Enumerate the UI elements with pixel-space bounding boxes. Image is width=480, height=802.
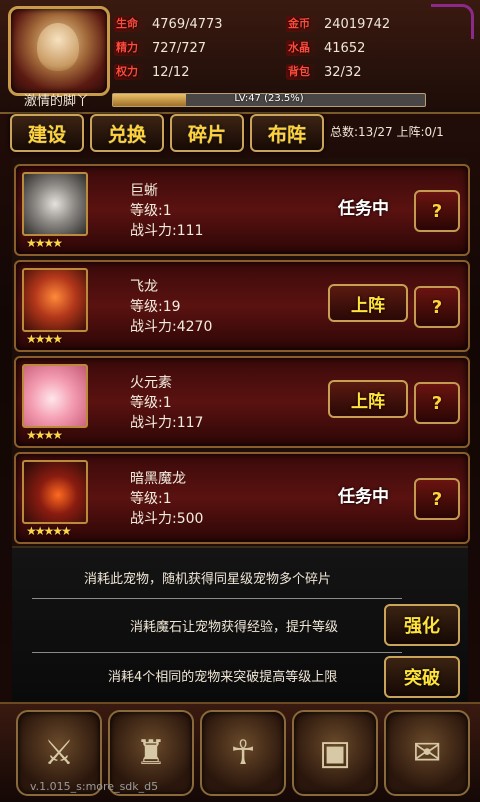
stat-gold: 金币 24019742 xyxy=(286,14,390,34)
pet-power: 战斗力:111 xyxy=(130,223,204,239)
wyvern-portrait-icon xyxy=(22,268,88,332)
avatar-face-icon xyxy=(37,23,79,71)
stat-hp-value: 4769/4773 xyxy=(152,16,223,32)
stat-hp-label: 生命 xyxy=(114,16,146,32)
stat-power-value: 12/12 xyxy=(152,64,190,80)
stat-bag-label: 背包 xyxy=(286,64,318,80)
pharaoh-icon[interactable]: ☥ xyxy=(200,710,286,796)
pet-name: 火元素 xyxy=(130,375,172,391)
pet-help-button[interactable]: ? xyxy=(414,478,460,520)
pet-name: 飞龙 xyxy=(130,279,158,295)
pet-card[interactable]: ★★★★★ 暗黑魔龙 等级:1 战斗力:500 任务中 ? xyxy=(14,452,470,544)
xp-bar: LV:47 (23.5%) xyxy=(112,93,426,107)
chest-icon[interactable]: ▣ xyxy=(292,710,378,796)
pet-power: 战斗力:117 xyxy=(130,415,204,431)
stat-gold-value: 24019742 xyxy=(324,16,391,32)
star-rating: ★★★★ xyxy=(26,332,63,346)
strengthen-button[interactable]: 强化 xyxy=(384,604,460,646)
tab-build[interactable]: 建设 xyxy=(10,114,84,152)
stat-energy-value: 727/727 xyxy=(152,40,207,56)
strengthen-description: 消耗魔石让宠物获得经验，提升等级 xyxy=(130,620,339,635)
pet-level: 等级:1 xyxy=(130,491,172,507)
tab-formation[interactable]: 布阵 xyxy=(250,114,324,152)
pet-help-button[interactable]: ? xyxy=(414,190,460,232)
pet-card[interactable]: ★★★★ 火元素 等级:1 战斗力:117 上阵 ? xyxy=(14,356,470,448)
pet-list[interactable]: ★★★★ 巨蜥 等级:1 战斗力:111 任务中 ? ★★★★ 飞龙 等级:19… xyxy=(12,158,470,546)
breakthrough-button[interactable]: 突破 xyxy=(384,656,460,698)
stat-energy-label: 精力 xyxy=(114,40,146,56)
stat-crystal-label: 水晶 xyxy=(286,40,318,56)
divider xyxy=(32,652,402,653)
dark-dragon-portrait-icon xyxy=(22,460,88,524)
star-rating: ★★★★★ xyxy=(26,524,72,538)
breakthrough-description: 消耗4个相同的宠物来突破提高等级上限 xyxy=(108,670,338,685)
version-label: v.1.015_s:more_sdk_d5 xyxy=(30,780,159,793)
tab-exchange[interactable]: 兑换 xyxy=(90,114,164,152)
star-rating: ★★★★ xyxy=(26,236,63,250)
stat-bag: 背包 32/32 xyxy=(286,62,361,82)
pet-card[interactable]: ★★★★ 飞龙 等级:19 战斗力:4270 上阵 ? xyxy=(14,260,470,352)
pet-power: 战斗力:500 xyxy=(130,511,204,527)
pet-power: 战斗力:4270 xyxy=(130,319,213,335)
pet-level: 等级:1 xyxy=(130,395,172,411)
tab-bar: 建设 兑换 碎片 布阵 xyxy=(10,114,324,152)
stat-bag-value: 32/32 xyxy=(324,64,362,80)
divider xyxy=(32,598,402,599)
deploy-button[interactable]: 上阵 xyxy=(328,284,408,322)
pet-status-on-mission: 任务中 xyxy=(338,199,389,219)
player-avatar[interactable] xyxy=(8,6,110,96)
stat-crystal: 水晶 41652 xyxy=(286,38,365,58)
stat-power: 权力 12/12 xyxy=(114,62,189,82)
pet-count-summary: 总数:13/27 上阵:0/1 xyxy=(330,125,444,139)
stat-hp: 生命 4769/4773 xyxy=(114,14,223,34)
deploy-button[interactable]: 上阵 xyxy=(328,380,408,418)
star-rating: ★★★★ xyxy=(26,428,63,442)
fire-elemental-portrait-icon xyxy=(22,364,88,428)
pet-help-button[interactable]: ? xyxy=(414,286,460,328)
decompose-description: 消耗此宠物，随机获得同星级宠物多个碎片 xyxy=(84,572,332,587)
lizard-portrait-icon xyxy=(22,172,88,236)
tab-fragments[interactable]: 碎片 xyxy=(170,114,244,152)
action-info-panel: 消耗此宠物，随机获得同星级宠物多个碎片 消耗魔石让宠物获得经验，提升等级 强化 … xyxy=(12,546,468,704)
player-header: 生命 4769/4773 精力 727/727 权力 12/12 金币 2401… xyxy=(0,0,480,114)
pet-name: 暗黑魔龙 xyxy=(130,471,186,487)
pet-level: 等级:19 xyxy=(130,299,181,315)
pet-status-on-mission: 任务中 xyxy=(338,487,389,507)
stat-power-label: 权力 xyxy=(114,64,146,80)
pet-card[interactable]: ★★★★ 巨蜥 等级:1 战斗力:111 任务中 ? xyxy=(14,164,470,256)
xp-bar-text: LV:47 (23.5%) xyxy=(234,93,304,104)
player-name: 激情的脚丫 xyxy=(24,94,90,109)
spellbook-icon[interactable]: ✉ xyxy=(384,710,470,796)
header-corner-ornament xyxy=(431,4,474,39)
pet-help-button[interactable]: ? xyxy=(414,382,460,424)
stat-crystal-value: 41652 xyxy=(324,40,366,56)
stat-gold-label: 金币 xyxy=(286,16,318,32)
stat-energy: 精力 727/727 xyxy=(114,38,206,58)
pet-level: 等级:1 xyxy=(130,203,172,219)
pet-name: 巨蜥 xyxy=(130,183,158,199)
